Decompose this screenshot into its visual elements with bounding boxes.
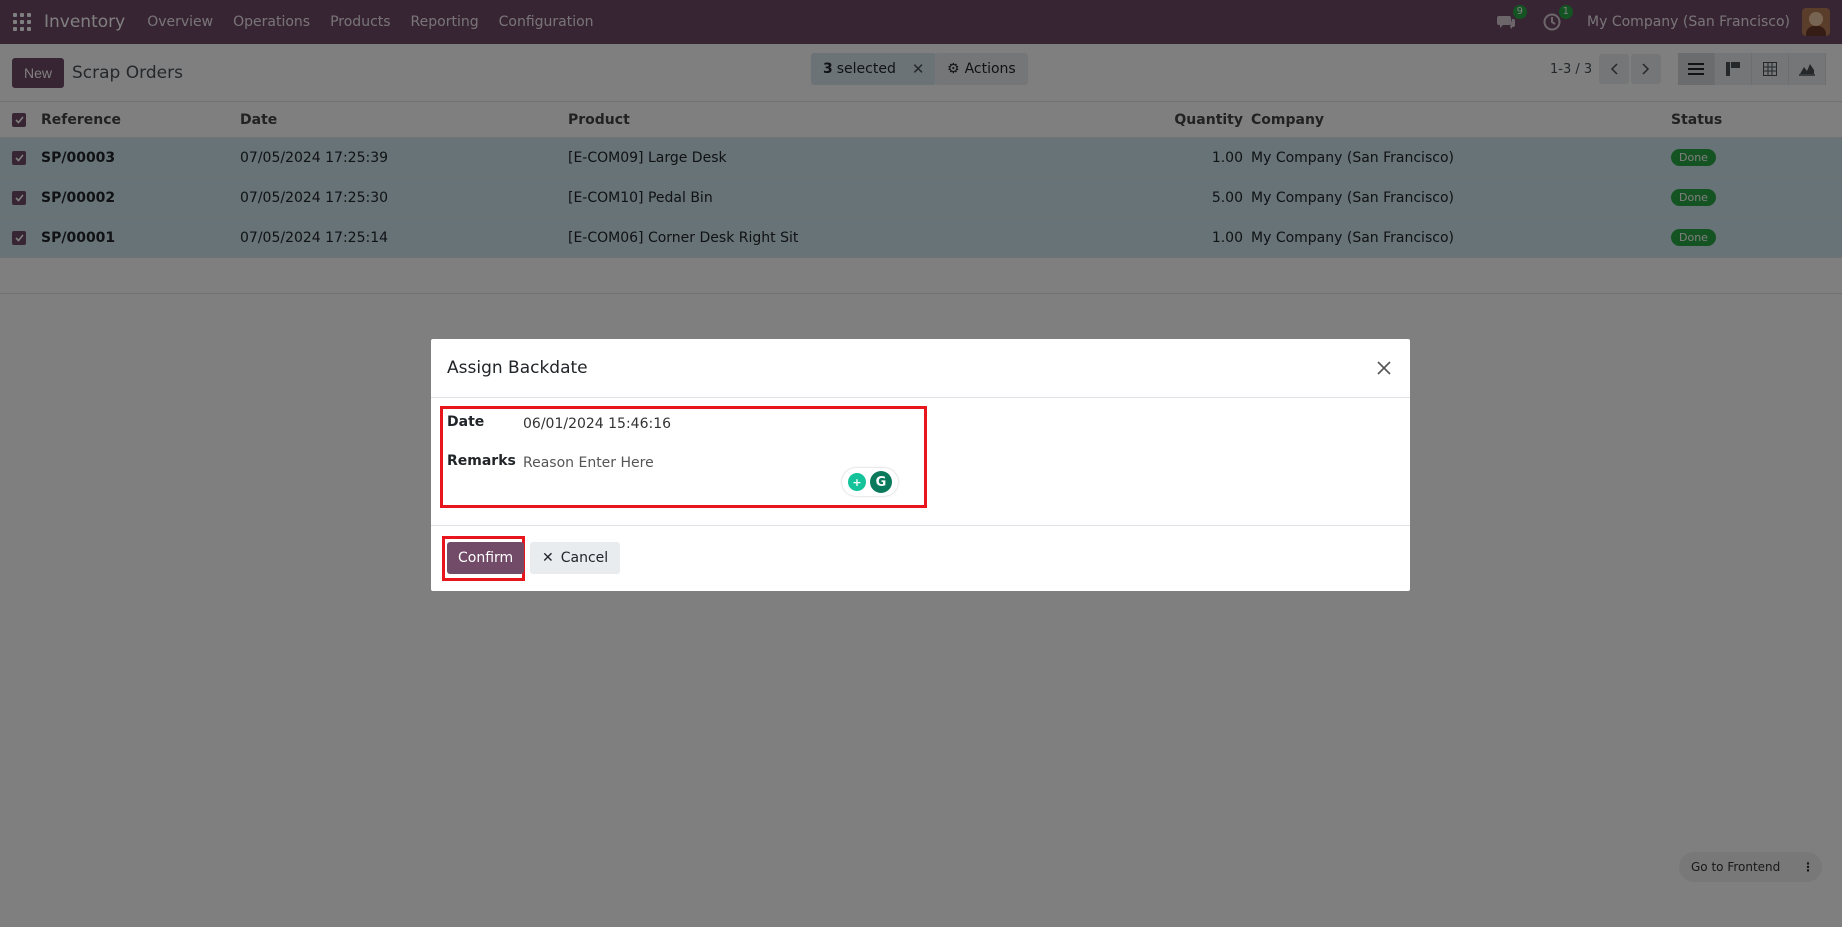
cancel-button[interactable]: ✕ Cancel (530, 542, 621, 574)
dialog-body: Date 06/01/2024 15:46:16 Remarks Reason … (431, 398, 1410, 526)
dialog-header: Assign Backdate (431, 339, 1410, 398)
assign-backdate-dialog: Assign Backdate Date 06/01/2024 15:46:16… (431, 339, 1410, 591)
lightbulb-icon[interactable]: + (848, 473, 866, 491)
date-field[interactable]: 06/01/2024 15:46:16 (523, 416, 671, 432)
date-label: Date (447, 414, 485, 430)
remarks-label: Remarks (447, 453, 516, 469)
cancel-label: Cancel (560, 550, 609, 566)
close-icon[interactable] (1374, 358, 1394, 378)
remarks-field[interactable]: Reason Enter Here (523, 455, 654, 471)
confirm-button[interactable]: Confirm (447, 542, 525, 574)
dialog-footer: Confirm ✕ Cancel (431, 526, 1410, 591)
grammarly-widget[interactable]: + G (842, 468, 898, 496)
dialog-title: Assign Backdate (447, 358, 588, 378)
close-icon: ✕ (542, 550, 554, 566)
grammarly-icon[interactable]: G (870, 471, 892, 493)
